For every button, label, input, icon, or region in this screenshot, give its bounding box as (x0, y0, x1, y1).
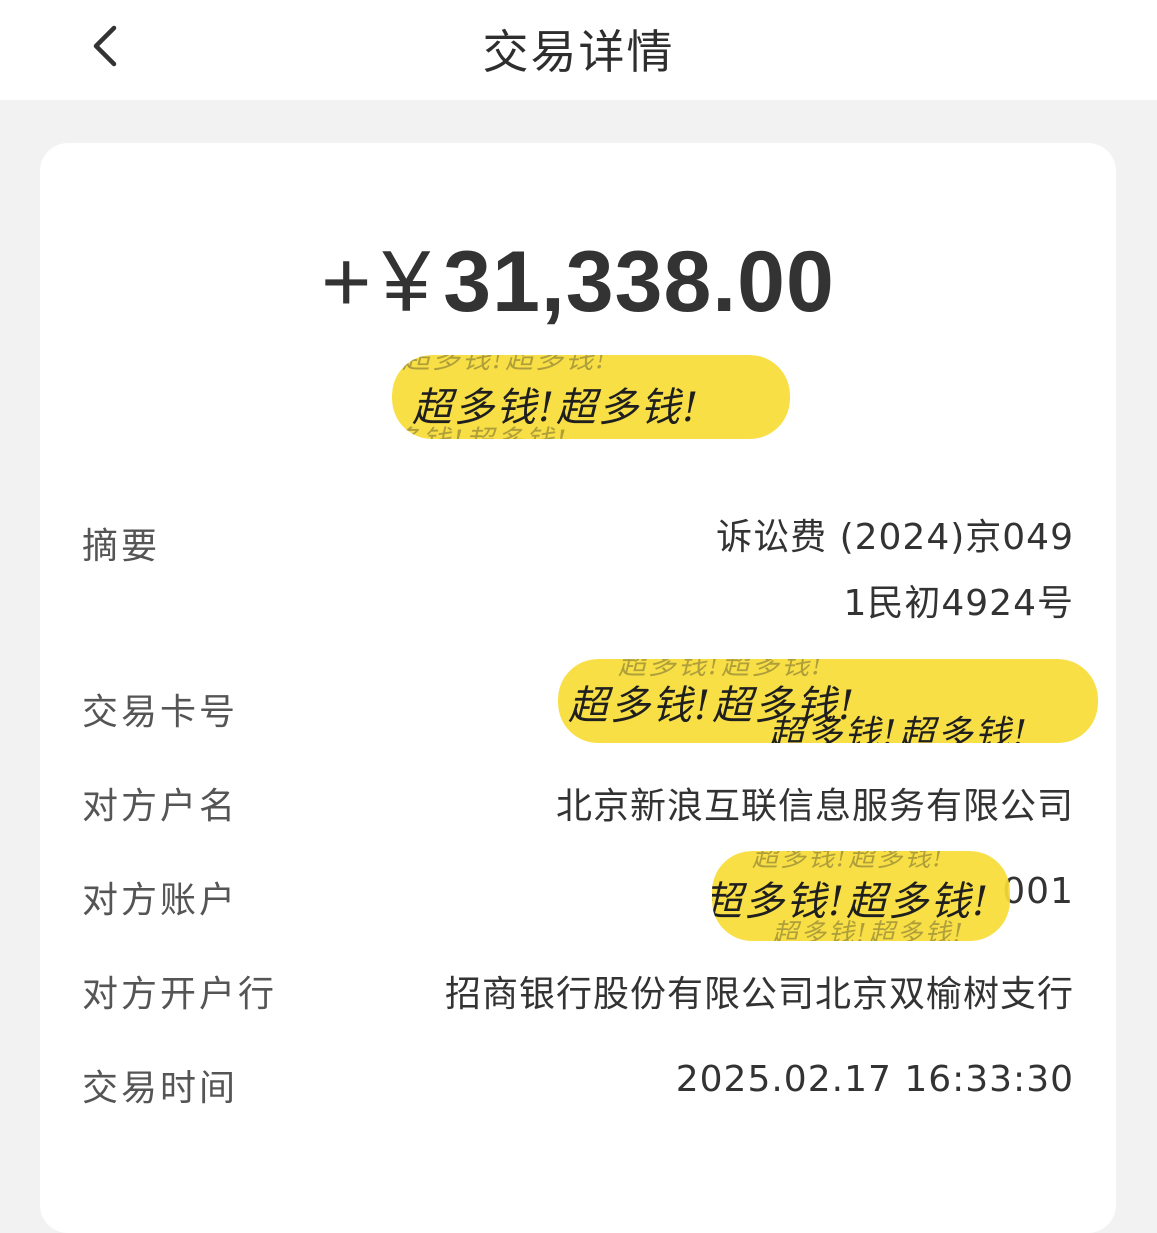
page-title: 交易详情 (482, 25, 675, 79)
card-number-label: 交易卡号 (82, 692, 239, 733)
summary-value-line2: 1民初4924号 (843, 583, 1074, 624)
counterparty-name-value: 北京新浪互联信息服务有限公司 (555, 786, 1074, 827)
transaction-amount: + ¥31,338.00 (40, 233, 1116, 332)
card-number-redaction: 超多钱!超多钱! 超多钱!超多钱! 超多钱!超多钱! (558, 659, 1098, 743)
summary-value-line1: 诉讼费 (2024)京049 (716, 517, 1074, 558)
amount-value: 31,338.00 (443, 234, 835, 330)
counterparty-account-label: 对方账户 (82, 880, 239, 921)
summary-label: 摘要 (82, 526, 161, 567)
transaction-detail-card: +¥31,338.00 超多钱!超多钱! 超多钱!超多钱! 超多钱!超多钱! 摘… (40, 143, 1116, 1233)
amount-sign: + (321, 234, 373, 330)
redaction-mark: 超多钱!超多钱! 超多钱!超多钱! 超多钱!超多钱! (392, 355, 790, 439)
trade-time-value: 2025.02.17 16:33:30 (675, 1059, 1074, 1100)
counterparty-account-value: 001 (1002, 871, 1074, 912)
currency-symbol: ¥ (382, 234, 432, 330)
top-bar: 交易详情 (0, 0, 1157, 100)
summary-value: 诉讼费 (2024)京049 1民初4924号 (716, 505, 1074, 637)
counterparty-account-redaction: 超多钱!超多钱! 超多钱!超多钱! 超多钱!超多钱! (712, 851, 1010, 941)
counterparty-name-label: 对方户名 (82, 786, 239, 827)
counterparty-bank-value: 招商银行股份有限公司北京双榆树支行 (444, 974, 1074, 1015)
trade-time-label: 交易时间 (82, 1068, 239, 1109)
counterparty-bank-label: 对方开户行 (82, 974, 278, 1015)
